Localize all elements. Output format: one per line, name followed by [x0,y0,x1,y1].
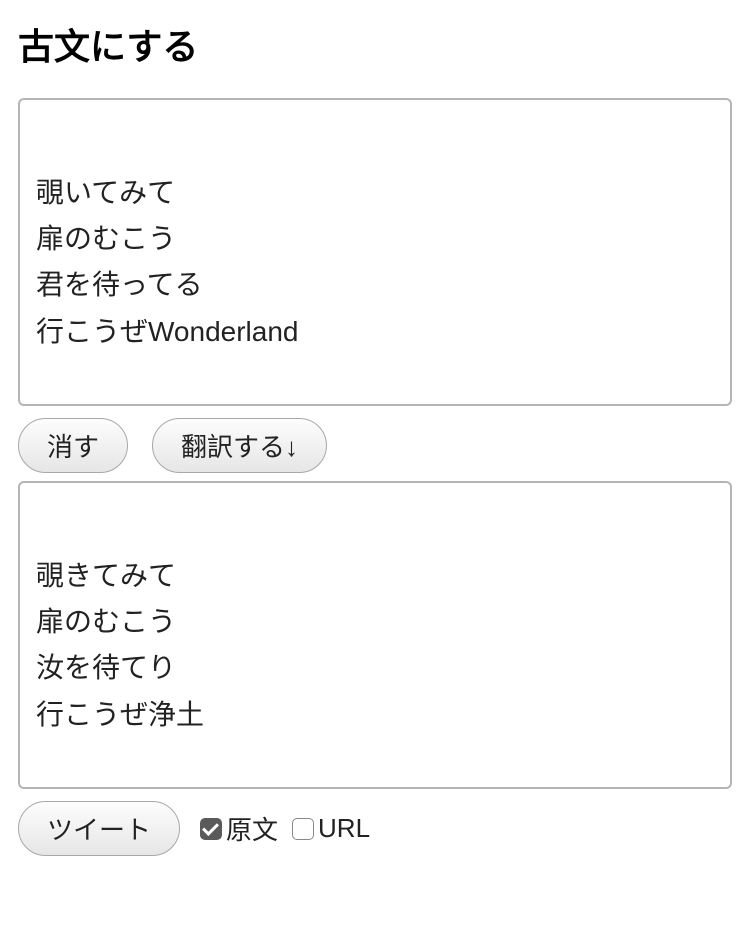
input-textarea[interactable] [18,98,732,406]
original-checkbox-item[interactable]: 原文 [200,810,278,847]
page-title: 古文にする [18,18,732,70]
share-row: ツイート 原文 URL [18,801,732,856]
original-checkbox-label: 原文 [226,810,278,847]
action-button-row: 消す 翻訳する↓ [18,418,732,473]
checkbox-icon [200,818,222,840]
clear-button[interactable]: 消す [18,418,128,473]
checkbox-group: 原文 URL [200,810,370,847]
checkbox-icon [292,818,314,840]
url-checkbox-label: URL [318,813,370,844]
output-textarea[interactable] [18,481,732,789]
tweet-button[interactable]: ツイート [18,801,180,856]
url-checkbox-item[interactable]: URL [292,813,370,844]
translate-button[interactable]: 翻訳する↓ [152,418,327,473]
